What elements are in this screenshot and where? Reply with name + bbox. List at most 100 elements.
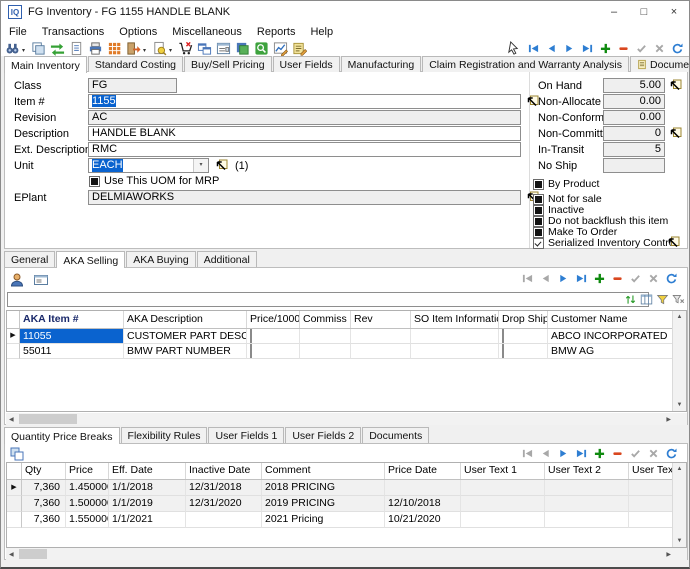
close-button[interactable]: × [659,1,689,23]
col-user-text-1[interactable]: User Text 1 [461,463,545,479]
col-rev[interactable]: Rev [351,311,411,328]
col-qty[interactable]: Qty [22,463,66,479]
col-price-date[interactable]: Price Date [385,463,461,479]
unit-dropdown-icon[interactable]: ▾ [193,159,208,172]
unit-lookup-icon[interactable] [215,159,228,172]
maximize-button[interactable]: □ [629,1,659,23]
price-row[interactable]: 7,360 1.500000 1/1/2019 12/31/2020 2019 … [7,496,686,512]
scroll-up-icon[interactable]: ▲ [677,463,683,475]
scroll-left-icon[interactable]: ◀ [6,416,17,423]
delete-record-button[interactable] [618,43,629,54]
tab-user-fields-2[interactable]: User Fields 2 [285,427,361,443]
non-allocate-field[interactable]: 0.00 [603,94,665,109]
drop-ship-checkbox-cell[interactable] [499,344,548,359]
col-drop-ship[interactable]: Drop Ship [499,311,548,328]
scroll-left-icon[interactable]: ◀ [6,551,17,558]
nav-last-button[interactable] [582,43,593,54]
col-customer-name[interactable]: Customer Name [548,311,675,328]
inactive-checkbox[interactable] [533,205,544,216]
sort-icon[interactable] [624,293,637,306]
on-hand-lookup-icon[interactable] [669,79,682,92]
tab-quantity-price-breaks[interactable]: Quantity Price Breaks [4,427,120,444]
find-dropdown-icon[interactable]: ▾ [22,47,25,54]
col-price-1000[interactable]: Price/1000 [247,311,300,328]
aka-nav-next-button[interactable] [558,273,569,284]
tab-flexibility-rules[interactable]: Flexibility Rules [121,427,208,443]
save-layers-icon[interactable] [235,41,250,56]
post-record-button[interactable] [636,43,647,54]
cart-icon[interactable] [178,41,193,56]
description-field[interactable]: HANDLE BLANK [88,126,521,141]
scroll-down-icon[interactable]: ▼ [677,535,683,547]
serialized-checkbox[interactable] [533,238,544,249]
col-comment[interactable]: Comment [262,463,385,479]
price-nav-prev-button[interactable] [540,448,551,459]
columns-icon[interactable] [640,293,653,306]
aka-refresh-button[interactable] [666,273,677,284]
ext-description-field[interactable]: RMC [88,142,521,157]
nav-first-button[interactable] [528,43,539,54]
minimize-button[interactable]: – [599,1,629,23]
non-committed-lookup-icon[interactable] [669,127,682,140]
sync-icon[interactable] [50,41,65,56]
serialized-lookup-icon[interactable] [667,236,680,249]
tab-user-fields[interactable]: User Fields [273,56,340,72]
aka-hscroll-thumb[interactable] [19,414,77,424]
card-view-icon[interactable] [33,272,49,288]
price-delete-button[interactable] [612,448,623,459]
menu-transactions[interactable]: Transactions [42,26,105,38]
tab-general[interactable]: General [4,251,55,267]
in-transit-field[interactable]: 5 [603,142,665,157]
col-user-text-3[interactable]: User Text 3 [629,463,675,479]
by-product-checkbox[interactable] [533,179,544,190]
add-record-button[interactable] [600,43,611,54]
tab-user-fields-1[interactable]: User Fields 1 [208,427,284,443]
aka-nav-prev-button[interactable] [540,273,551,284]
eplant-field[interactable]: DELMIAWORKS [88,190,521,205]
revision-field[interactable]: AC [88,110,521,125]
menu-miscellaneous[interactable]: Miscellaneous [172,26,242,38]
print-icon[interactable] [88,41,103,56]
item-number-field[interactable]: 1155 [88,94,521,109]
aka-post-button[interactable] [630,273,641,284]
menu-file[interactable]: File [9,26,27,38]
price-1000-checkbox-cell[interactable] [247,329,300,344]
uom-mrp-checkbox[interactable] [89,176,100,187]
price-nav-last-button[interactable] [576,448,587,459]
windows-pair-icon[interactable] [197,41,212,56]
tab-additional[interactable]: Additional [197,251,257,267]
on-hand-field[interactable]: 5.00 [603,78,665,93]
make-to-order-checkbox[interactable] [533,227,544,238]
price-row-selected[interactable]: ▶ 7,360 1.450000 1/1/2018 12/31/2018 201… [7,480,686,496]
price-nav-next-button[interactable] [558,448,569,459]
scroll-right-icon[interactable]: ▶ [663,416,674,423]
document-icon[interactable] [69,41,84,56]
price-vertical-scrollbar[interactable]: ▲ ▼ [672,463,686,547]
unit-combobox[interactable]: EACH▾ [88,158,209,173]
copy-window-icon[interactable] [31,41,46,56]
filter-clear-icon[interactable] [672,293,685,306]
col-price[interactable]: Price [66,463,109,479]
price-nav-first-button[interactable] [522,448,533,459]
note-edit-icon[interactable] [292,41,307,56]
tab-manufacturing[interactable]: Manufacturing [341,56,422,72]
price-horizontal-scrollbar[interactable]: ◀ ▶ [6,548,674,560]
price-refresh-button[interactable] [666,448,677,459]
price-cancel-button[interactable] [648,448,659,459]
aka-add-button[interactable] [594,273,605,284]
cancel-record-button[interactable] [654,43,665,54]
aka-nav-first-button[interactable] [522,273,533,284]
price-add-button[interactable] [594,448,605,459]
nav-prev-button[interactable] [546,43,557,54]
price-hscroll-thumb[interactable] [19,549,47,559]
grid-icon[interactable] [107,41,122,56]
menu-help[interactable]: Help [310,26,333,38]
find-icon[interactable] [5,41,20,56]
aka-delete-button[interactable] [612,273,623,284]
tab-standard-costing[interactable]: Standard Costing [88,56,183,72]
aka-cancel-button[interactable] [648,273,659,284]
tab-claim-registration[interactable]: Claim Registration and Warranty Analysis [422,56,629,72]
price-post-button[interactable] [630,448,641,459]
copy-rows-icon[interactable] [9,446,25,462]
no-backflush-checkbox[interactable] [533,216,544,227]
